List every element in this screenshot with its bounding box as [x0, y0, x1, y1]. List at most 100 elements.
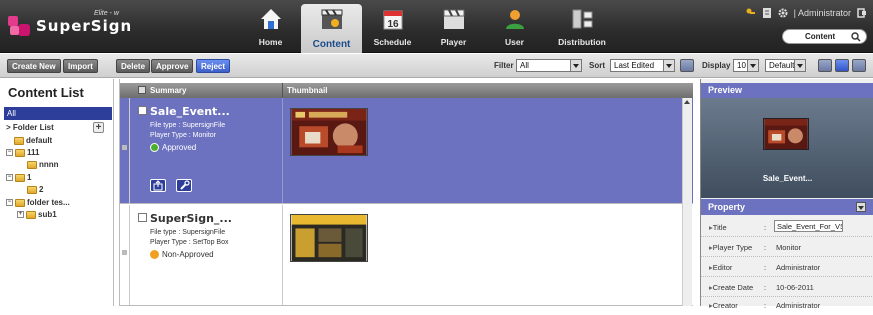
gear-icon[interactable] [778, 8, 788, 18]
delete-button[interactable]: Delete [116, 59, 151, 73]
property-colon: : [764, 263, 767, 272]
row-handle[interactable] [120, 205, 130, 305]
row-checkbox[interactable] [138, 106, 147, 115]
select-all-checkbox[interactable] [138, 86, 146, 94]
nav-content-label: Content [312, 39, 351, 50]
logout-icon[interactable] [857, 8, 867, 18]
grid-view-button[interactable] [852, 59, 866, 72]
document-icon[interactable] [762, 8, 772, 18]
tree-item-sub1[interactable]: + sub1 [17, 210, 57, 219]
list-scrollbar[interactable] [682, 98, 692, 306]
nav-player[interactable]: Player [423, 0, 484, 53]
details-panel: Preview Sale_Event... Property Title : S… [700, 79, 873, 310]
export-button[interactable] [150, 179, 166, 192]
status-text: Non-Approved [162, 250, 214, 259]
column-divider [282, 205, 283, 305]
wrench-icon [180, 180, 190, 190]
user-name[interactable]: | Administrator [794, 8, 851, 18]
search-input[interactable]: Content [782, 29, 867, 44]
row-handle[interactable] [120, 98, 130, 203]
create-new-button[interactable]: Create New [7, 59, 61, 73]
top-header: SuperSign Elite - w Home Content 16 Sche… [0, 0, 873, 53]
property-key: Player Type [709, 243, 752, 252]
nav-distribution[interactable]: Distribution [545, 0, 619, 53]
folder-icon [26, 210, 36, 219]
title-field[interactable]: Sale_Event_For_VS2 [774, 220, 843, 232]
tree-item-nnnn[interactable]: nnnn [27, 160, 59, 169]
tree-item-2[interactable]: 2 [27, 185, 43, 194]
list-view-button[interactable] [818, 59, 832, 72]
user-icon [505, 10, 524, 29]
content-table: Summary Thumbnail Sale_Event... File typ… [119, 79, 693, 306]
reject-button[interactable]: Reject [196, 59, 231, 73]
row-checkbox[interactable] [138, 213, 147, 222]
table-row[interactable]: Sale_Event... File type : SupersignFile … [120, 98, 693, 204]
expand-icon[interactable]: + [17, 211, 24, 218]
folder-icon [27, 160, 37, 169]
filter-value: All [520, 61, 529, 70]
property-row-create-date: Create Date : 10-06-2011 [701, 277, 873, 297]
collapse-icon[interactable]: − [6, 149, 13, 156]
filter-label: Filter [494, 61, 514, 70]
nav-user[interactable]: User [484, 0, 545, 53]
calendar-icon: 16 [383, 10, 402, 30]
edit-button[interactable] [176, 179, 192, 192]
tree-item-111[interactable]: − 111 [6, 148, 39, 157]
svg-text:16: 16 [387, 19, 399, 30]
content-thumbnail[interactable] [290, 108, 368, 156]
display-count-select[interactable]: 10 [733, 59, 759, 72]
property-row-player-type: Player Type : Monitor [701, 237, 873, 257]
thumbnail-column-header[interactable]: Thumbnail [287, 86, 327, 95]
collapse-icon[interactable]: − [6, 174, 13, 181]
nav-schedule[interactable]: 16 Schedule [362, 0, 423, 53]
search-icon[interactable] [851, 32, 861, 42]
nav-user-label: User [505, 37, 524, 47]
preview-thumbnail[interactable] [763, 118, 809, 150]
property-key: Editor [709, 263, 733, 272]
supersign-logo[interactable]: SuperSign Elite - w [8, 10, 131, 42]
collapse-icon[interactable] [856, 202, 866, 212]
filter-select[interactable]: All [516, 59, 582, 72]
approve-button[interactable]: Approve [151, 59, 194, 73]
logo-text: SuperSign [36, 17, 133, 35]
all-filter-item[interactable]: All [4, 107, 112, 120]
folder-icon [27, 185, 37, 194]
summary-column-header[interactable]: Summary [150, 86, 186, 95]
nav-schedule-label: Schedule [373, 37, 412, 47]
display-mode-select[interactable]: Default [765, 59, 806, 72]
content-name[interactable]: SuperSign_... [150, 212, 232, 225]
add-folder-button[interactable]: + [93, 122, 104, 133]
folder-icon [15, 173, 25, 182]
chevron-down-icon [663, 60, 674, 71]
property-title: Property [708, 202, 746, 212]
content-name[interactable]: Sale_Event... [150, 105, 230, 118]
nav-home[interactable]: Home [240, 0, 301, 53]
folder-icon [14, 136, 24, 145]
preview-header: Preview [701, 83, 873, 98]
scroll-up-icon[interactable] [684, 100, 690, 104]
table-row[interactable]: SuperSign_... File type : SupersignFile … [120, 205, 693, 306]
tree-item-label: 111 [27, 148, 40, 157]
tree-item-1[interactable]: − 1 [6, 173, 31, 182]
sort-select[interactable]: Last Edited [610, 59, 675, 72]
content-thumbnail[interactable] [290, 214, 368, 262]
folder-icon [15, 198, 25, 207]
property-colon: : [764, 223, 767, 232]
distribution-icon [572, 9, 593, 29]
tree-item-folder-tes[interactable]: − folder tes... [6, 198, 70, 207]
tree-item-default[interactable]: default [14, 136, 52, 145]
key-icon[interactable] [746, 8, 756, 18]
property-key: Create Date [709, 283, 753, 292]
collapse-icon[interactable]: − [6, 199, 13, 206]
logo-mark-icon [8, 16, 30, 36]
tree-item-label: nnnn [39, 160, 59, 169]
sort-order-button[interactable] [680, 59, 694, 72]
nav-player-label: Player [440, 37, 467, 47]
nonapproved-icon [150, 250, 159, 259]
property-value: Administrator [776, 263, 821, 272]
nav-content[interactable]: Content [301, 4, 362, 53]
property-row-title: Title : Sale_Event_For_VS2 [701, 217, 873, 237]
import-button[interactable]: Import [63, 59, 98, 73]
detail-view-button[interactable] [835, 59, 849, 72]
property-colon: : [764, 283, 767, 292]
